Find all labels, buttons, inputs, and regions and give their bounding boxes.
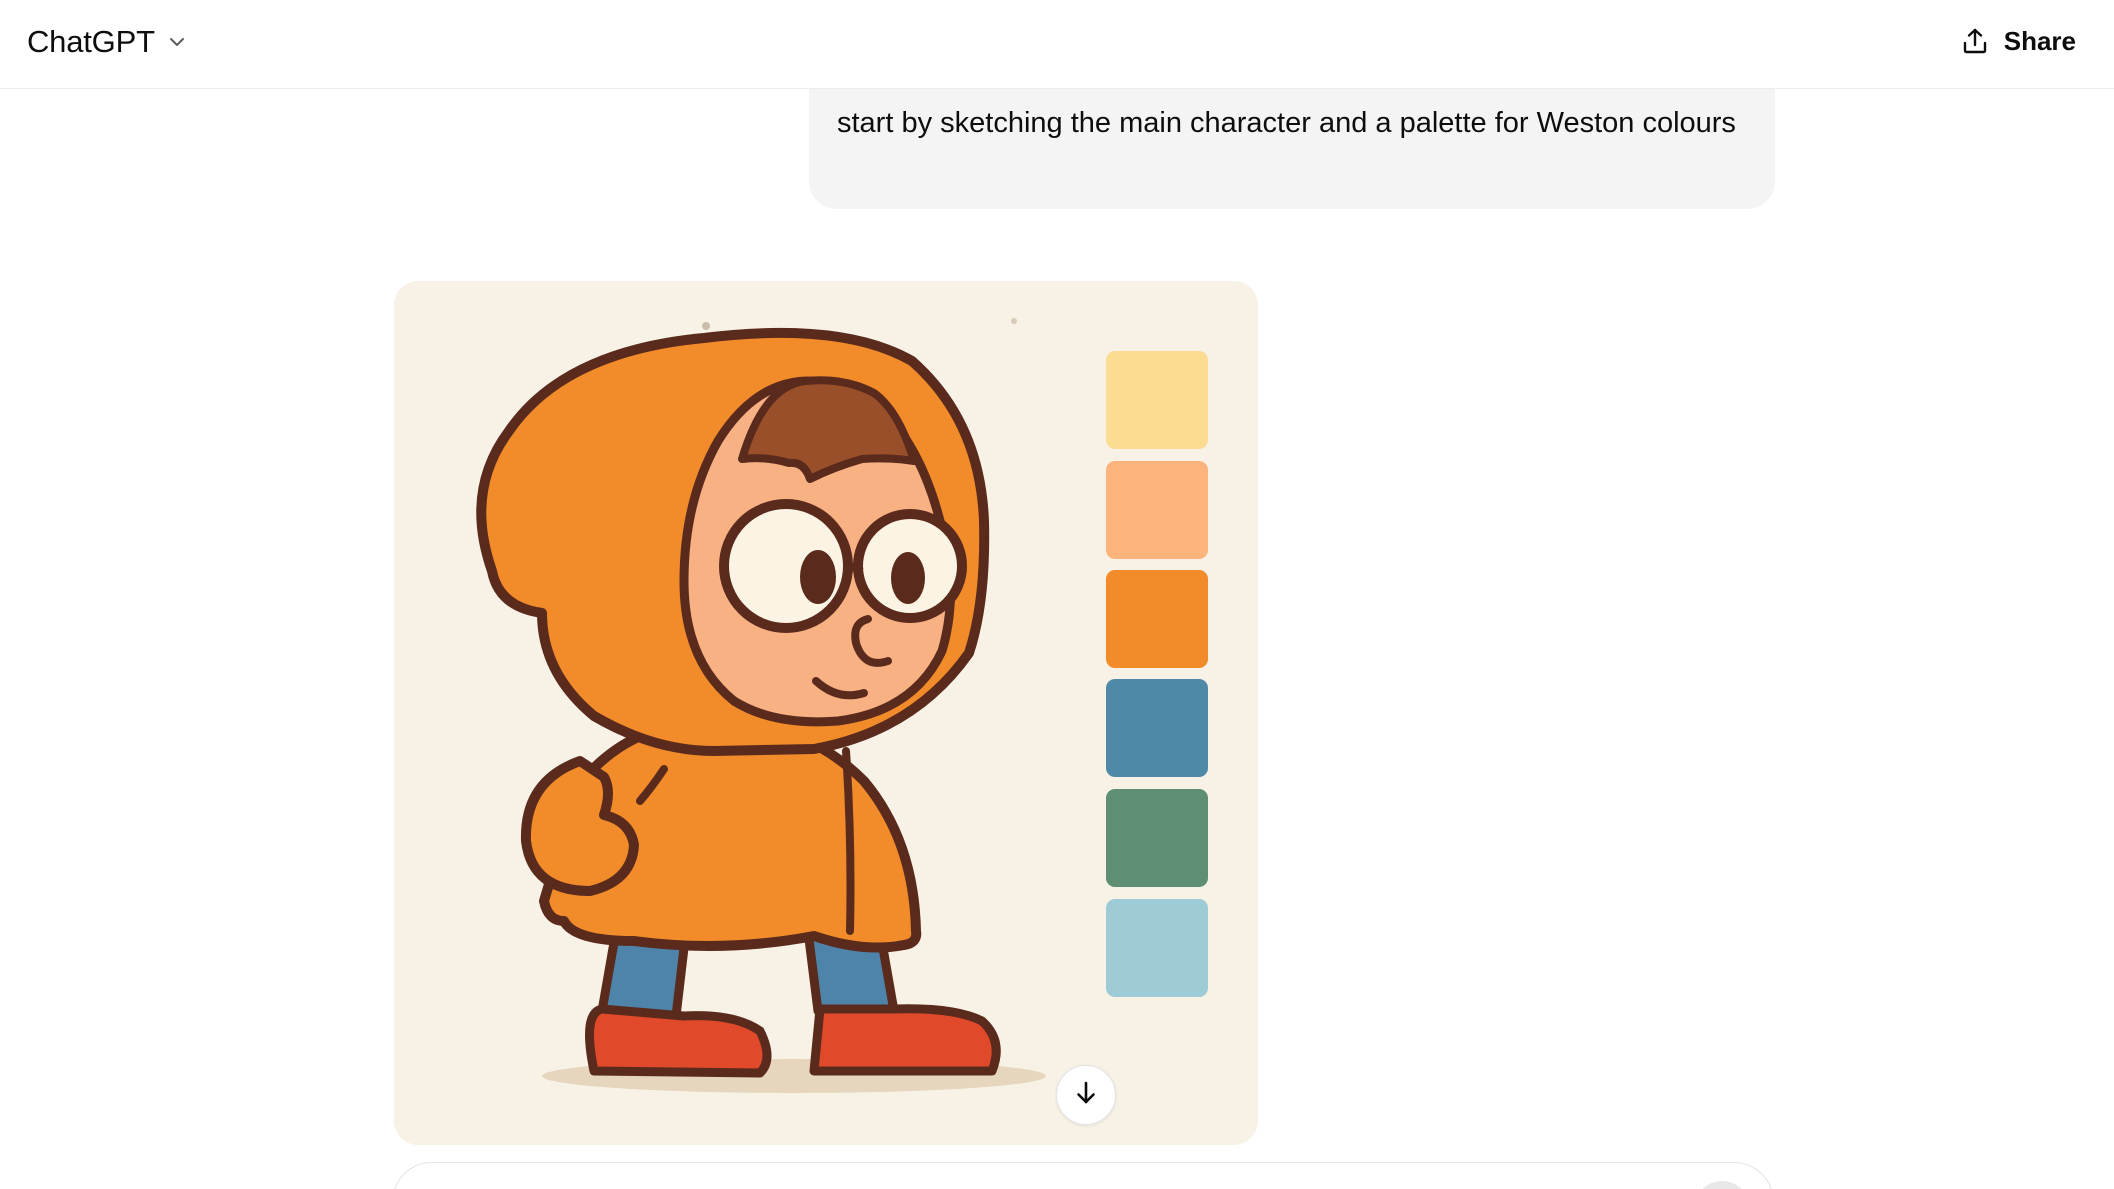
- message-composer[interactable]: [392, 1162, 1774, 1189]
- share-upload-icon: [1960, 26, 1990, 56]
- palette-swatch-5: [1106, 789, 1208, 887]
- arrow-down-icon: [1071, 1078, 1101, 1113]
- generated-image[interactable]: [394, 281, 1258, 1145]
- chevron-down-icon: [165, 30, 189, 54]
- palette-swatch-1: [1106, 351, 1208, 449]
- model-name: ChatGPT: [27, 24, 155, 59]
- chat-app: ChatGPT Share start by sketching the mai…: [0, 0, 2114, 1189]
- share-button[interactable]: Share: [1960, 16, 2076, 66]
- download-image-button[interactable]: [1056, 1065, 1116, 1125]
- palette-swatch-2: [1106, 461, 1208, 559]
- palette-swatch-6: [1106, 899, 1208, 997]
- model-switcher[interactable]: ChatGPT: [27, 18, 189, 66]
- user-message-text: start by sketching the main character an…: [837, 107, 1736, 139]
- share-label: Share: [2003, 25, 2076, 56]
- user-message-bubble: start by sketching the main character an…: [809, 82, 1775, 209]
- palette-swatch-4: [1106, 679, 1208, 777]
- top-bar: ChatGPT Share: [0, 0, 2114, 89]
- palette-swatch-3: [1106, 570, 1208, 668]
